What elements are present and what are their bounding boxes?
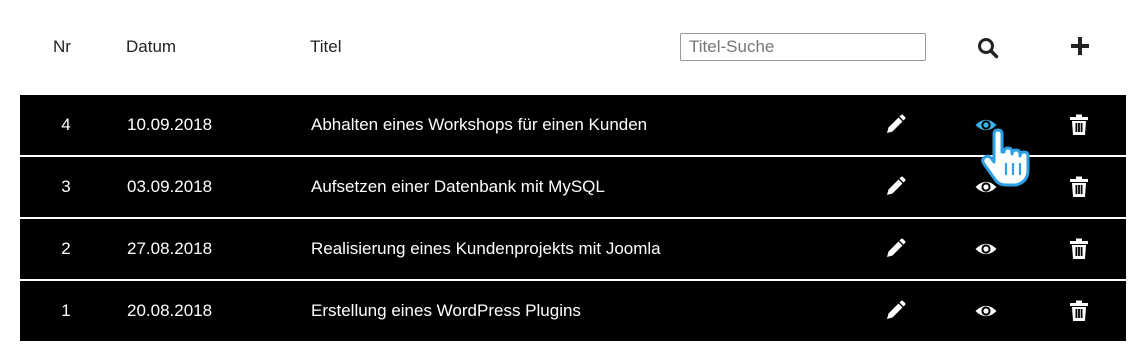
row-nr: 4 [61, 115, 71, 134]
row-nr: 3 [61, 177, 71, 196]
trash-icon[interactable] [1067, 175, 1091, 199]
row-title: Aufsetzen einer Datenbank mit MySQL [311, 177, 605, 196]
eye-icon[interactable] [974, 175, 998, 199]
eye-icon[interactable] [974, 237, 998, 261]
table-row: 3 03.09.2018 Aufsetzen einer Datenbank m… [20, 157, 1126, 217]
title-search-input[interactable] [680, 33, 926, 61]
row-nr: 2 [61, 239, 71, 258]
eye-icon[interactable] [974, 299, 998, 323]
column-header-nr: Nr [53, 37, 71, 56]
table-header: Nr Datum Titel [0, 0, 1146, 95]
trash-icon[interactable] [1067, 113, 1091, 137]
table-row: 4 10.09.2018 Abhalten eines Workshops fü… [20, 95, 1126, 155]
row-title: Realisierung eines Kundenprojekts mit Jo… [311, 239, 661, 258]
trash-icon[interactable] [1067, 299, 1091, 323]
row-date: 03.09.2018 [127, 177, 213, 196]
column-header-titel: Titel [310, 37, 342, 56]
pencil-icon[interactable] [883, 237, 907, 261]
search-icon[interactable] [976, 36, 1000, 60]
table-row: 1 20.08.2018 Erstellung eines WordPress … [20, 281, 1126, 341]
pencil-icon[interactable] [883, 175, 907, 199]
pencil-icon[interactable] [883, 299, 907, 323]
row-nr: 1 [61, 301, 71, 320]
table-row: 2 27.08.2018 Realisierung eines Kundenpr… [20, 219, 1126, 279]
trash-icon[interactable] [1067, 237, 1091, 261]
plus-icon[interactable] [1068, 34, 1092, 58]
eye-icon[interactable] [974, 113, 998, 137]
row-title: Erstellung eines WordPress Plugins [311, 301, 581, 320]
row-date: 10.09.2018 [127, 115, 213, 134]
row-date: 20.08.2018 [127, 301, 213, 320]
pencil-icon[interactable] [883, 113, 907, 137]
column-header-datum: Datum [126, 37, 177, 56]
row-title: Abhalten eines Workshops für einen Kunde… [311, 115, 648, 134]
entries-table-body: 4 10.09.2018 Abhalten eines Workshops fü… [20, 95, 1126, 343]
row-date: 27.08.2018 [127, 239, 213, 258]
